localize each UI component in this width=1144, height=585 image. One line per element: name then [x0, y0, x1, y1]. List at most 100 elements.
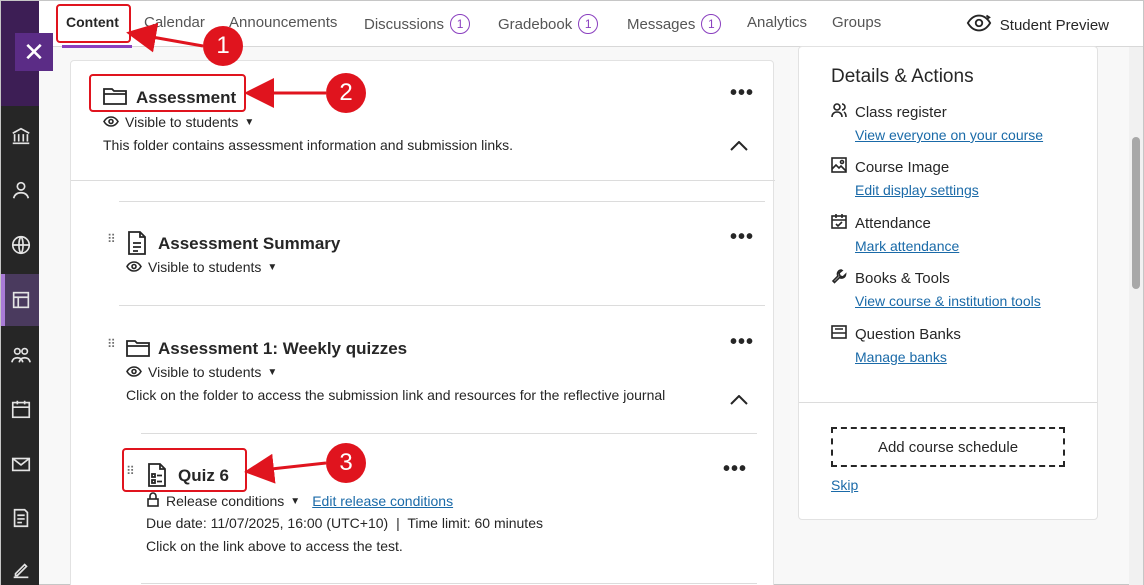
view-tools-link[interactable]: View course & institution tools	[855, 293, 1041, 309]
caret-down-icon: ▼	[244, 116, 255, 128]
caret-down-icon: ▼	[267, 261, 278, 273]
organizations-icon[interactable]	[10, 344, 32, 366]
quiz-due-date: Due date: 11/07/2025, 16:00 (UTC+10)	[146, 515, 389, 531]
weekly-more-options-button[interactable]: •••	[730, 332, 754, 352]
view-everyone-link[interactable]: View everyone on your course	[855, 127, 1043, 143]
quiz-note: Click on the link above to access the te…	[146, 538, 403, 554]
summary-more-options-button[interactable]: •••	[730, 227, 754, 247]
close-course-button[interactable]: ✕	[15, 33, 53, 71]
callout-number-3: 3	[326, 443, 366, 483]
folder-visibility-label: Visible to students	[125, 114, 239, 130]
question-banks-section: Question Banks Manage banks	[831, 324, 961, 365]
skip-link[interactable]: Skip	[831, 477, 858, 493]
grades-nav-icon[interactable]	[10, 507, 32, 529]
scrollbar[interactable]	[1129, 47, 1143, 585]
globe-icon[interactable]	[10, 234, 32, 256]
tab-groups-label: Groups	[832, 14, 882, 31]
divider	[119, 201, 765, 202]
callout-number-2: 2	[326, 73, 366, 113]
student-preview-icon	[966, 13, 992, 37]
folder-more-options-button[interactable]: •••	[730, 83, 754, 103]
books-tools-label: Books & Tools	[855, 269, 950, 287]
image-icon	[831, 157, 847, 177]
attendance-label: Attendance	[855, 214, 931, 232]
tab-groups[interactable]: Groups	[832, 14, 881, 31]
folder-icon	[126, 338, 150, 363]
divider	[71, 180, 775, 181]
divider	[119, 305, 765, 306]
release-conditions-dropdown[interactable]: Release conditions	[166, 493, 284, 509]
drag-handle[interactable]: ⠿	[107, 233, 116, 245]
tab-discussions[interactable]: Discussions 1	[364, 14, 471, 34]
eye-icon	[126, 259, 142, 275]
caret-down-icon: ▼	[290, 495, 301, 507]
course-content-card: ⋮ Assessment ••• Visible to students ▼ T…	[70, 60, 775, 585]
scrollbar-thumb[interactable]	[1132, 137, 1140, 289]
annotation-box-quiz	[122, 448, 247, 492]
eye-icon	[126, 364, 142, 380]
question-banks-label: Question Banks	[855, 325, 961, 343]
details-title: Details & Actions	[831, 66, 974, 87]
attendance-icon	[831, 213, 847, 233]
tab-messages[interactable]: Messages 1	[627, 14, 722, 34]
add-course-schedule-button[interactable]: Add course schedule	[831, 427, 1065, 467]
messages-count-badge: 1	[701, 14, 722, 34]
manage-banks-link[interactable]: Manage banks	[855, 349, 961, 365]
question-bank-icon	[831, 324, 847, 344]
document-icon	[127, 231, 147, 260]
divider	[141, 433, 757, 434]
tab-calendar-label: Calendar	[144, 14, 205, 31]
institution-icon[interactable]	[10, 125, 32, 147]
folder-description: This folder contains assessment informat…	[103, 137, 514, 153]
edit-nav-icon[interactable]	[10, 559, 32, 581]
messages-nav-icon[interactable]	[10, 453, 32, 475]
chevron-up-icon[interactable]	[730, 138, 748, 156]
edit-release-conditions-link[interactable]: Edit release conditions	[312, 493, 453, 509]
meta-separator: |	[396, 515, 400, 531]
discussions-count-badge: 1	[450, 14, 471, 34]
courses-icon[interactable]	[10, 289, 32, 311]
tab-announcements[interactable]: Announcements	[229, 14, 337, 31]
active-tab-underline	[62, 45, 132, 48]
weekly-description: Click on the folder to access the submis…	[126, 387, 666, 403]
gradebook-count-badge: 1	[578, 14, 599, 34]
weekly-visibility-label: Visible to students	[148, 364, 262, 380]
chevron-up-icon[interactable]	[730, 392, 748, 410]
profile-icon[interactable]	[10, 179, 32, 201]
caret-down-icon: ▼	[267, 366, 278, 378]
eye-icon	[103, 114, 119, 130]
left-navigation	[1, 1, 39, 585]
tab-analytics[interactable]: Analytics	[747, 14, 807, 31]
attendance-section: Attendance Mark attendance	[831, 213, 959, 254]
tab-calendar[interactable]: Calendar	[144, 14, 205, 31]
assessment-summary-title[interactable]: Assessment Summary	[158, 234, 340, 254]
student-preview-button[interactable]: Student Preview	[966, 13, 1109, 37]
divider	[141, 583, 757, 584]
active-indicator	[1, 274, 5, 326]
weekly-visibility-dropdown[interactable]: Visible to students ▼	[126, 364, 277, 380]
lock-icon	[146, 492, 160, 510]
student-preview-label: Student Preview	[999, 16, 1109, 34]
tab-gradebook[interactable]: Gradebook 1	[498, 14, 599, 34]
quiz-more-options-button[interactable]: •••	[723, 459, 747, 479]
summary-visibility-label: Visible to students	[148, 259, 262, 275]
annotation-box-assessment	[89, 74, 246, 112]
calendar-nav-icon[interactable]	[10, 398, 32, 420]
drag-handle[interactable]: ⠿	[107, 338, 116, 350]
course-image-label: Course Image	[855, 158, 950, 176]
callout-number-1: 1	[203, 26, 243, 66]
folder-visibility-dropdown[interactable]: Visible to students ▼	[103, 114, 254, 130]
tab-messages-label: Messages	[627, 15, 696, 33]
quiz-time-limit: Time limit: 60 minutes	[407, 515, 543, 531]
details-and-actions-panel: Details & Actions Class register View ev…	[798, 46, 1098, 520]
summary-visibility-dropdown[interactable]: Visible to students ▼	[126, 259, 277, 275]
wrench-icon	[831, 268, 847, 288]
class-register-section: Class register View everyone on your cou…	[831, 102, 1043, 143]
tab-announcements-label: Announcements	[229, 14, 338, 31]
weekly-quizzes-folder-title[interactable]: Assessment 1: Weekly quizzes	[158, 339, 407, 359]
mark-attendance-link[interactable]: Mark attendance	[855, 238, 959, 254]
people-icon	[831, 102, 847, 122]
tab-analytics-label: Analytics	[747, 14, 808, 31]
edit-display-settings-link[interactable]: Edit display settings	[855, 182, 979, 198]
annotation-box-content-tab	[56, 4, 131, 43]
